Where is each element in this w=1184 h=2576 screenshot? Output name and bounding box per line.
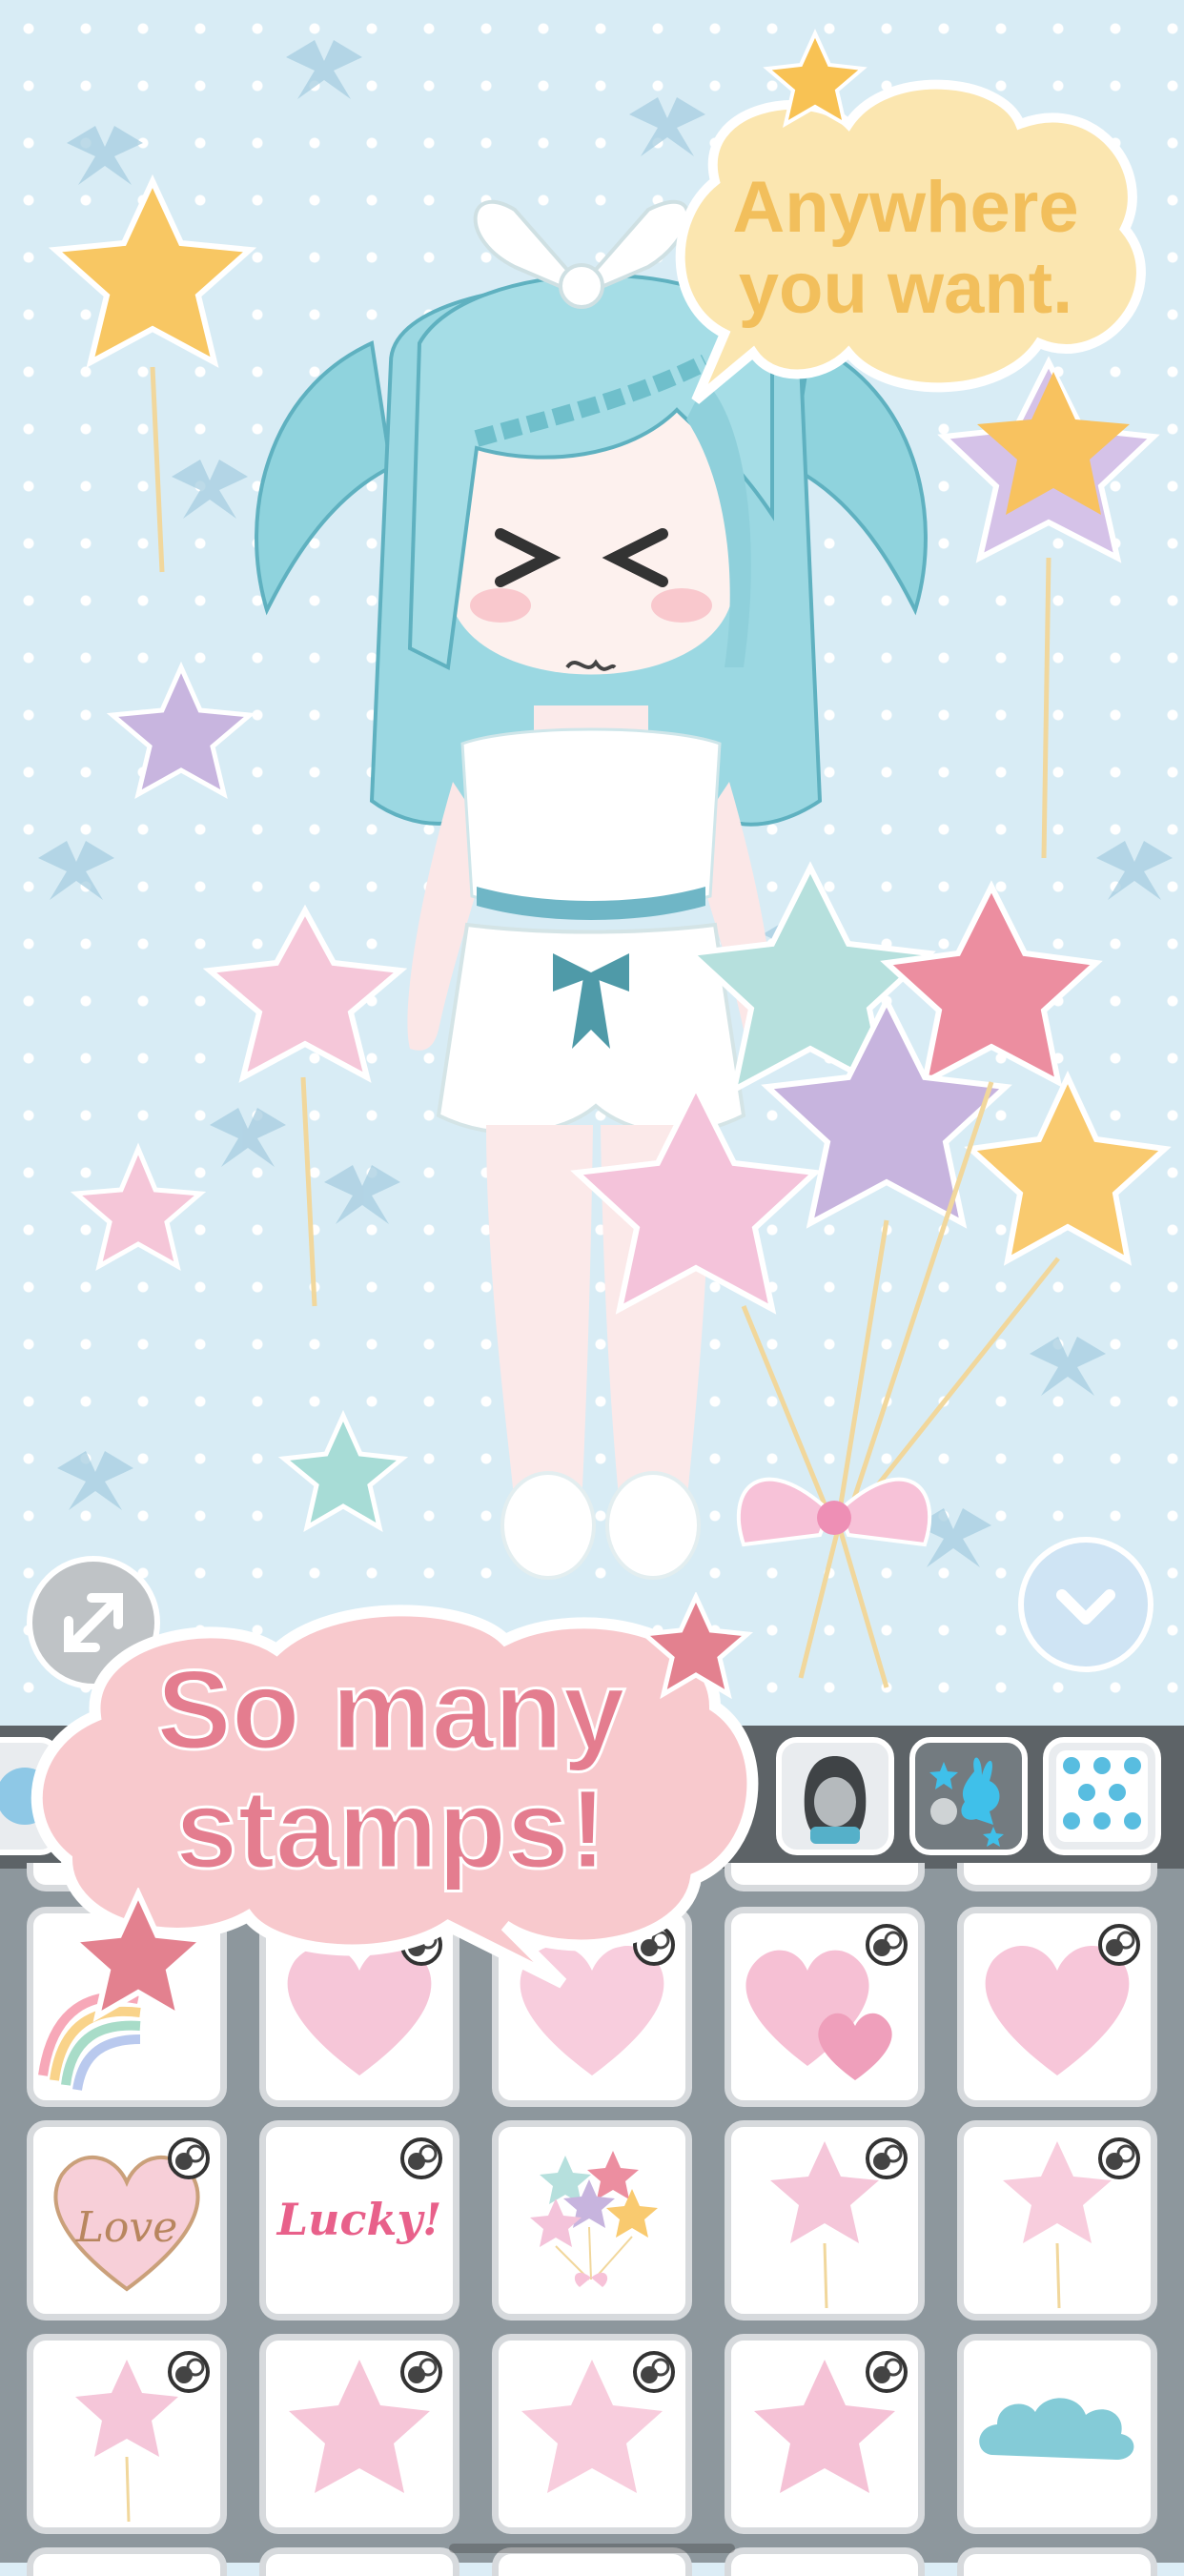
stamp-pink-star[interactable]: [725, 2334, 925, 2534]
balloon-bouquet-stamp: [530, 2151, 658, 2287]
stamp-balloon-bouquet[interactable]: [492, 2120, 692, 2320]
lock-badge-icon: [400, 2137, 442, 2179]
lock-badge-icon: [866, 1924, 908, 1966]
lucky-text: Lucky!: [276, 2194, 442, 2245]
promo-bubble-top: Anywhere you want.: [658, 29, 1153, 410]
stamp-bunny-star-icon: [929, 1757, 1004, 1847]
stamp-striped-star-balloon[interactable]: [957, 2120, 1157, 2320]
stamp-polka-star[interactable]: [259, 2334, 459, 2534]
tab-backgrounds[interactable]: [1043, 1737, 1161, 1855]
promo-top-line2: you want.: [738, 248, 1073, 329]
stamp-lucky-text[interactable]: Lucky!: [259, 2120, 459, 2320]
lock-badge-icon: [633, 2351, 675, 2393]
lock-badge-icon: [1098, 1924, 1140, 1966]
love-text: Love: [75, 2203, 178, 2252]
dress-up-scene[interactable]: Anywhere you want.: [0, 0, 1184, 1726]
lock-badge-icon: [866, 2351, 908, 2393]
face-silhouette-icon: [804, 1756, 867, 1844]
lock-badge-icon: [866, 2137, 908, 2179]
promo-bottom-line2: stamps!: [174, 1767, 607, 1892]
tab-stamps[interactable]: [909, 1737, 1028, 1855]
star-icon: [67, 1888, 210, 2023]
polka-dot-background-icon: [1056, 1750, 1148, 1842]
stamp-pink-heart[interactable]: [957, 1907, 1157, 2107]
stamp-star-balloon[interactable]: [27, 2334, 227, 2534]
chevron-down-icon: [1056, 1589, 1115, 1625]
stamp-blue-cloud[interactable]: [957, 2334, 1157, 2534]
stamp-love-heart[interactable]: Love: [27, 2120, 227, 2320]
home-indicator[interactable]: [449, 2544, 735, 2553]
blue-cloud-stamp: [979, 2398, 1134, 2460]
stamp-striped-star[interactable]: [492, 2334, 692, 2534]
promo-bubble-bottom: So many stamps!: [29, 1592, 772, 2023]
lock-badge-icon: [168, 2351, 210, 2393]
stamp-polka-star-balloon[interactable]: [725, 2120, 925, 2320]
lock-badge-icon: [400, 2351, 442, 2393]
promo-top-line1: Anywhere: [732, 167, 1079, 248]
collapse-panel-button[interactable]: [1018, 1537, 1153, 1672]
tab-face[interactable]: [776, 1737, 894, 1855]
star-icon: [763, 29, 868, 129]
promo-bottom-line1: So many: [155, 1647, 627, 1773]
lock-badge-icon: [1098, 2137, 1140, 2179]
lock-badge-icon: [168, 2137, 210, 2179]
